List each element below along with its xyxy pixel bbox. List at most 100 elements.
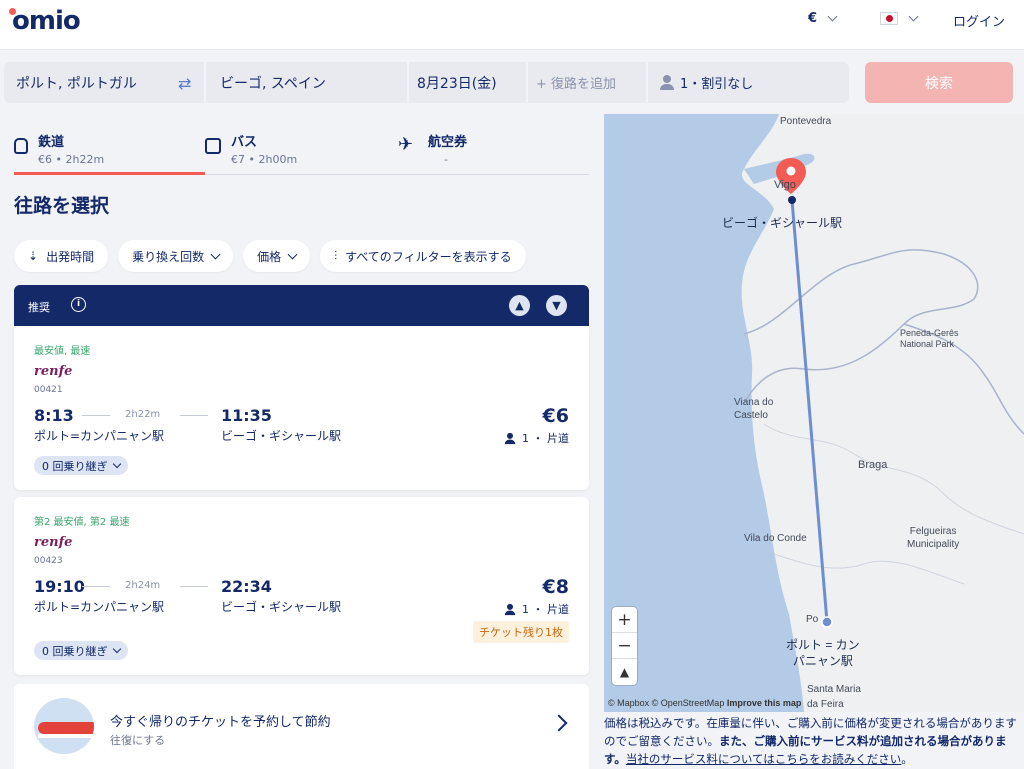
transfers-label: 0 回乗り継ぎ bbox=[42, 644, 108, 658]
tab-flight[interactable]: ✈ 航空券 - bbox=[398, 126, 467, 175]
tab-bus[interactable]: バス €7 • 2h00m bbox=[205, 126, 297, 175]
add-return-label: + 復路を追加 bbox=[536, 77, 617, 92]
price: €8 bbox=[542, 576, 569, 598]
japan-flag-icon bbox=[880, 12, 898, 25]
map-label-porto-short: Po bbox=[806, 614, 819, 625]
transfers-filter-label: 乗り換え回数 bbox=[132, 249, 205, 264]
login-link[interactable]: ログイン bbox=[953, 11, 1005, 30]
compass-icon[interactable]: ▲ bbox=[612, 659, 637, 685]
transfers-badge[interactable]: 0 回乗り継ぎ bbox=[34, 641, 128, 660]
departure-station: ポルト=カンパニャン駅 bbox=[34, 600, 165, 614]
tab-bus-sub: €7 • 2h00m bbox=[231, 153, 298, 166]
river bbox=[743, 249, 979, 405]
price-filter-button[interactable]: 価格 bbox=[243, 240, 311, 272]
destination-value: ビーゴ, スペイン bbox=[220, 75, 326, 92]
chevron-down-icon bbox=[112, 644, 121, 653]
chevron-down-icon bbox=[210, 249, 221, 259]
sliders-icon: ⫶ bbox=[334, 248, 338, 263]
passenger-info-text: 1 ・ 片道 bbox=[522, 603, 569, 616]
service-fee-link[interactable]: 当社のサービス料についてはこちらをお読みください bbox=[626, 752, 901, 766]
origin-field[interactable]: ポルト, ポルトガル bbox=[4, 62, 204, 103]
improve-map-link[interactable]: Improve this map bbox=[727, 698, 802, 708]
pin-center bbox=[786, 166, 796, 176]
chevron-down-icon bbox=[287, 249, 298, 259]
map-label-viana: Viana do Castelo bbox=[734, 397, 774, 421]
chevron-down-icon bbox=[908, 11, 919, 22]
transfers-filter-button[interactable]: 乗り換え回数 bbox=[118, 240, 234, 272]
passengers-field[interactable]: 1・割引なし bbox=[648, 62, 849, 103]
duration: 2h24m bbox=[125, 580, 161, 591]
departure-date-value: 8月23日(金) bbox=[417, 75, 497, 92]
river bbox=[773, 553, 965, 585]
person-icon bbox=[504, 603, 516, 615]
attribution-text[interactable]: © Mapbox © OpenStreetMap bbox=[608, 698, 724, 708]
sort-departure-button[interactable]: ⇣ 出発時間 bbox=[14, 240, 109, 272]
map-label-santa-maria: Santa Maria bbox=[807, 684, 861, 695]
logo-text: omio bbox=[12, 6, 81, 36]
recommended-label: 推奨 bbox=[28, 301, 50, 314]
page-title: 往路を選択 bbox=[14, 195, 110, 217]
result-tagline: 第2 最安値, 第2 最速 bbox=[34, 517, 130, 528]
departure-time: 19:10 bbox=[34, 577, 85, 596]
map-attribution: © Mapbox © OpenStreetMap Improve this ma… bbox=[608, 698, 801, 708]
result-card[interactable]: 第2 最安値, 第2 最速 renfe 00423 19:10 2h24m 22… bbox=[14, 497, 589, 675]
departure-date-field[interactable]: 8月23日(金) bbox=[409, 62, 526, 103]
add-return-field[interactable]: + 復路を追加 bbox=[528, 62, 646, 103]
currency-selector[interactable]: € bbox=[808, 11, 838, 26]
map-label-porto-station: ポルト = カン パニャン駅 bbox=[786, 638, 860, 668]
thumbs-up-icon[interactable]: ▲ bbox=[509, 295, 530, 316]
zoom-in-button[interactable]: + bbox=[612, 607, 637, 633]
sort-departure-label: 出発時間 bbox=[46, 249, 95, 264]
transfers-badge[interactable]: 0 回乗り継ぎ bbox=[34, 456, 128, 475]
passenger-info-text: 1 ・ 片道 bbox=[522, 432, 569, 445]
price-disclaimer: 価格は税込みです。在庫量に伴い、ご購入前に価格が変更される場合がありますのでご留… bbox=[604, 714, 1018, 768]
tab-train[interactable]: 鉄道 €6 • 2h22m bbox=[14, 126, 205, 175]
all-filters-button[interactable]: ⫶ すべてのフィルターを表示する bbox=[320, 240, 526, 272]
language-selector[interactable] bbox=[880, 11, 919, 25]
tab-train-text: 鉄道 €6 • 2h22m bbox=[38, 126, 104, 172]
search-button[interactable]: 検索 bbox=[865, 62, 1013, 103]
carrier-logo: renfe bbox=[34, 535, 73, 550]
duration: 2h22m bbox=[125, 409, 161, 420]
zoom-out-button[interactable]: − bbox=[612, 633, 637, 659]
all-filters-label: すべてのフィルターを表示する bbox=[345, 249, 512, 264]
route-line bbox=[790, 199, 829, 623]
train-number: 00421 bbox=[34, 385, 63, 395]
tab-flight-sub: - bbox=[444, 153, 448, 166]
porto-station-dot[interactable] bbox=[821, 616, 833, 628]
passenger-info: 1 ・ 片道 bbox=[503, 601, 569, 617]
top-header: omio € ログイン bbox=[0, 0, 1024, 50]
chevron-right-icon[interactable] bbox=[550, 714, 568, 732]
departure-station: ポルト=カンパニャン駅 bbox=[34, 429, 165, 443]
search-bar: ポルト, ポルトガル ⇄ ビーゴ, スペイン 8月23日(金) + 復路を追加 … bbox=[0, 50, 1024, 113]
return-ticket-promo[interactable]: 今すぐ帰りのチケットを予約して節約 往復にする bbox=[14, 684, 589, 769]
origin-value: ポルト, ポルトガル bbox=[16, 75, 137, 92]
map-label-braga: Braga bbox=[858, 459, 888, 471]
swap-icon[interactable]: ⇄ bbox=[178, 74, 191, 93]
tab-flight-title: 航空券 bbox=[428, 135, 468, 150]
map-label-felgueiras: Felgueiras Municipality bbox=[907, 526, 960, 550]
bus-icon bbox=[205, 138, 221, 154]
transport-tabs: 鉄道 €6 • 2h22m バス €7 • 2h00m ✈ 航空券 - bbox=[14, 126, 589, 175]
thumbs-down-icon[interactable]: ▼ bbox=[546, 295, 567, 316]
filter-bar: ⇣ 出発時間 乗り換え回数 価格 ⫶ すべてのフィルターを表示する bbox=[14, 240, 526, 272]
destination-field[interactable]: ビーゴ, スペイン bbox=[206, 62, 407, 103]
recommended-header: 推奨 i ▲ ▼ bbox=[14, 285, 589, 326]
person-icon bbox=[660, 75, 674, 90]
departure-time: 8:13 bbox=[34, 406, 74, 425]
plane-icon: ✈ bbox=[398, 134, 414, 155]
person-icon bbox=[504, 432, 516, 444]
info-icon[interactable]: i bbox=[71, 297, 86, 312]
result-card[interactable]: 最安値, 最速 renfe 00421 8:13 2h22m 11:35 ポルト… bbox=[14, 326, 589, 490]
map-label-vigo: Vigo bbox=[774, 179, 796, 191]
train-illustration-icon bbox=[34, 698, 94, 754]
vigo-station-dot[interactable] bbox=[788, 196, 796, 204]
omio-logo[interactable]: omio bbox=[9, 6, 81, 36]
arrival-time: 11:35 bbox=[221, 406, 272, 425]
route-map[interactable]: Pontevedra Vigo ビーゴ・ギシャール駅 Peneda-Gerês … bbox=[604, 114, 1024, 712]
arrival-time: 22:34 bbox=[221, 577, 272, 596]
chevron-down-icon bbox=[827, 11, 838, 22]
logo-dot bbox=[9, 8, 16, 15]
promo-subtitle: 往復にする bbox=[110, 734, 166, 747]
passenger-info: 1 ・ 片道 bbox=[503, 430, 569, 446]
